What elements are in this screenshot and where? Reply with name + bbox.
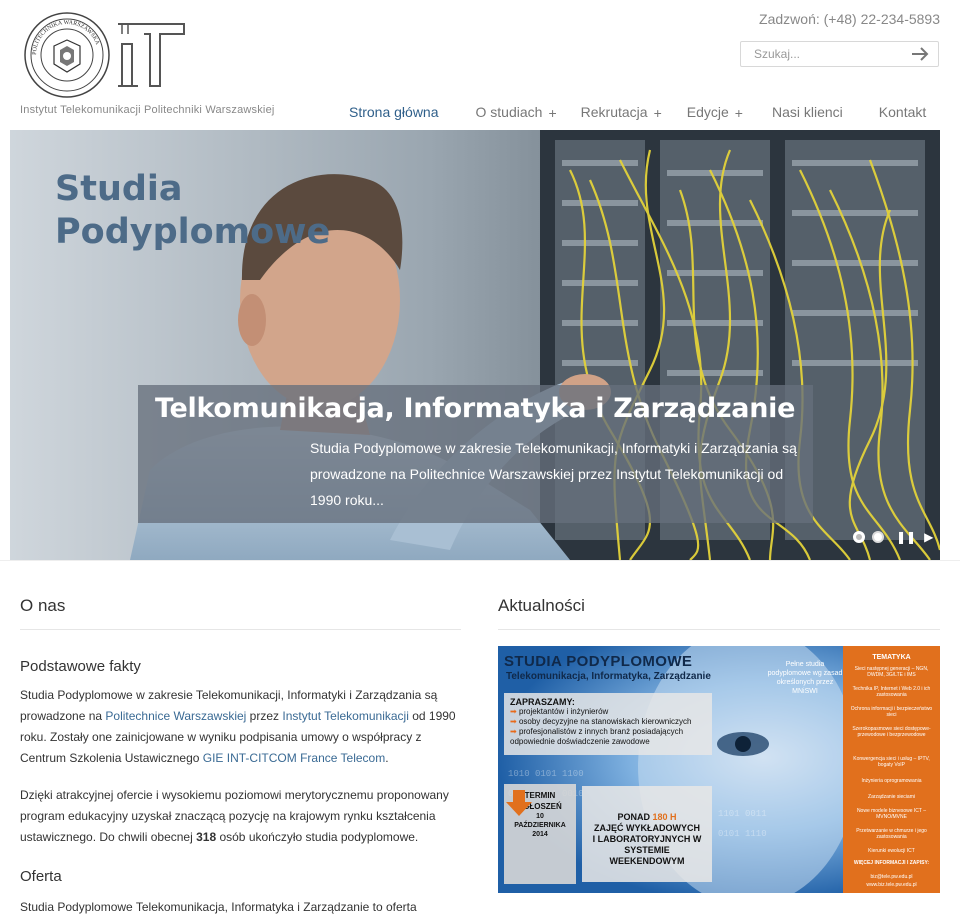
graduates-count: 318 <box>196 830 217 844</box>
text-span: . <box>385 751 389 765</box>
arrow-right-icon[interactable] <box>910 46 930 62</box>
about-section: O nas Podstawowe fakty Studia Podyplomow… <box>20 596 461 922</box>
play-icon[interactable]: ▶ <box>924 530 933 544</box>
site-header: POLITECHNIKA WARSZAWSKA Instytut Telekom… <box>0 0 960 130</box>
topic-item: Nowe modele biznesowe ICT – MVNO/MVNE <box>856 808 927 820</box>
section-title-about: O nas <box>20 596 461 630</box>
program-paragraph: Dzięki atrakcyjnej ofercie i wysokiemu p… <box>20 785 461 848</box>
hours-count: 180 H <box>652 812 677 822</box>
caption-text: Studia Podyplomowe w zakresie Telekomuni… <box>310 440 797 508</box>
banner-topics-panel: TEMATYKA Sieci następnej generacji – NGN… <box>843 646 940 893</box>
topic-item: Kierunki ewolucji ICT <box>868 848 915 854</box>
link-gie-int-citcom[interactable]: GIE INT-CITCOM France Telecom <box>203 751 385 765</box>
institute-name: Instytut Telekomunikacji Politechniki Wa… <box>20 104 275 116</box>
text-span: przez <box>246 709 283 723</box>
university-seal-logo[interactable]: POLITECHNIKA WARSZAWSKA <box>24 12 110 98</box>
hero-caption: Telkomunikacja, Informatyka i Zarządzani… <box>138 385 813 523</box>
news-section: Aktualności 1010 0101 11000110 1011 0010… <box>498 596 940 893</box>
nav-item-label: Kontakt <box>878 104 927 120</box>
nav-item-about-studies[interactable]: O studiach + <box>476 102 557 122</box>
invite-item: projektantów i inżynierów <box>510 707 706 717</box>
topic-item: www.biz.tele.pw.edu.pl <box>866 882 917 888</box>
banner-subheadline: Telekomunikacja, Informatyka, Zarządzani… <box>506 671 711 682</box>
main-content: O nas Podstawowe fakty Studia Podyplomow… <box>0 560 960 922</box>
search-input[interactable] <box>741 42 901 66</box>
invite-title: ZAPRASZAMY: <box>510 697 575 707</box>
nav-item-recruitment[interactable]: Rekrutacja + <box>581 102 662 122</box>
svg-text:1010 0101 1100: 1010 0101 1100 <box>508 769 584 779</box>
slide-dot-1[interactable] <box>853 531 865 543</box>
facts-paragraph: Studia Podyplomowe w zakresie Telekomuni… <box>20 685 461 769</box>
banner-invite-box: ZAPRASZAMY: projektantów i inżynierów os… <box>504 693 712 755</box>
offer-paragraph: Studia Podyplomowe Telekomunikacja, Info… <box>20 900 417 922</box>
plus-icon: + <box>653 105 662 121</box>
plus-icon: + <box>548 105 557 121</box>
topic-item: Technika IP, Internet i Web 2.0 i ich za… <box>852 686 931 698</box>
nav-item-label: O studiach <box>475 104 543 120</box>
topics-title: TEMATYKA <box>872 654 911 661</box>
invite-item: profesjonalistów z innych branż posiadaj… <box>510 727 706 747</box>
slider-controls: ❚❚ ▶ <box>853 530 933 544</box>
hours-prefix: PONAD <box>617 812 650 822</box>
topic-item: Zarządzanie sieciami <box>868 794 915 800</box>
phone-number: Zadzwoń: (+48) 22-234-5893 <box>759 11 940 27</box>
nav-item-our-clients[interactable]: Nasi klienci <box>772 102 843 122</box>
invite-item: osoby decyzyjne na stanowiskach kierowni… <box>510 717 706 727</box>
main-navigation: Strona główna O studiach + Rekrutacja + … <box>349 102 926 122</box>
topic-item: Przetwarzanie w chmurze i jego zastosowa… <box>856 828 927 840</box>
section-title-news: Aktualności <box>498 596 940 630</box>
nav-item-editions[interactable]: Edycje + <box>687 102 743 122</box>
topic-item: Sieci następnej generacji – NGN, DWDM, 3… <box>854 666 929 678</box>
facts-title: Podstawowe fakty <box>20 658 141 675</box>
svg-text:0101 1110: 0101 1110 <box>718 829 767 839</box>
down-arrow-icon <box>506 790 532 816</box>
caption-title[interactable]: Telkomunikacja, Informatyka i Zarządzani… <box>155 393 795 424</box>
topic-item: WIĘCEJ INFORMACJI I ZAPISY: <box>853 860 930 866</box>
banner-hours-box: PONAD 180 H ZAJĘĆ WYKŁADOWYCH I LABORATO… <box>582 786 712 882</box>
topic-item: Ochrona informacji i bezpieczeństwo siec… <box>850 706 933 718</box>
hours-description: ZAJĘĆ WYKŁADOWYCH I LABORATORYJNYCH W SY… <box>592 823 702 866</box>
banner-deadline-box: TERMIN ZGŁOSZEŃ 10 PAŹDZIERNIKA 2014 <box>504 784 576 884</box>
hero-title: Studia Podyplomowe <box>55 169 331 252</box>
news-banner[interactable]: 1010 0101 11000110 1011 0010 1101 001101… <box>498 646 940 893</box>
topic-item: Inżynieria oprogramowania <box>861 778 922 784</box>
banner-side-note: Pełne studia podyplomowe wg zasad określ… <box>767 661 843 695</box>
plus-icon: + <box>734 105 743 121</box>
search-box <box>740 41 939 67</box>
link-politechnika[interactable]: Politechnice Warszawskiej <box>105 709 246 723</box>
nav-item-label: Edycje <box>686 104 729 120</box>
svg-text:1101 0011: 1101 0011 <box>718 809 767 819</box>
text-span: osób ukończyło studia podyplomowe. <box>216 830 419 844</box>
hero-slider: Studia Podyplomowe Telkomunikacja, Infor… <box>10 130 940 560</box>
link-instytut[interactable]: Instytut Telekomunikacji <box>282 709 409 723</box>
topic-item: Konwergencja sieci i usług – IPTV, bogat… <box>853 756 930 768</box>
nav-item-label: Strona główna <box>349 104 439 120</box>
topic-item: biz@tele.pw.edu.pl <box>870 874 913 880</box>
nav-item-contact[interactable]: Kontakt <box>879 102 926 122</box>
offer-title: Oferta <box>20 868 62 885</box>
nav-item-label: Nasi klienci <box>771 104 843 120</box>
topic-item: Szerokopasmowe sieci dostępowe- przewodo… <box>852 726 931 738</box>
nav-item-label: Rekrutacja <box>580 104 648 120</box>
slide-dot-2[interactable] <box>872 531 884 543</box>
it-logo[interactable] <box>114 20 186 90</box>
banner-headline: STUDIA PODYPLOMOWE <box>504 653 693 670</box>
pause-icon[interactable]: ❚❚ <box>896 530 916 544</box>
nav-item-home[interactable]: Strona główna <box>349 102 439 122</box>
